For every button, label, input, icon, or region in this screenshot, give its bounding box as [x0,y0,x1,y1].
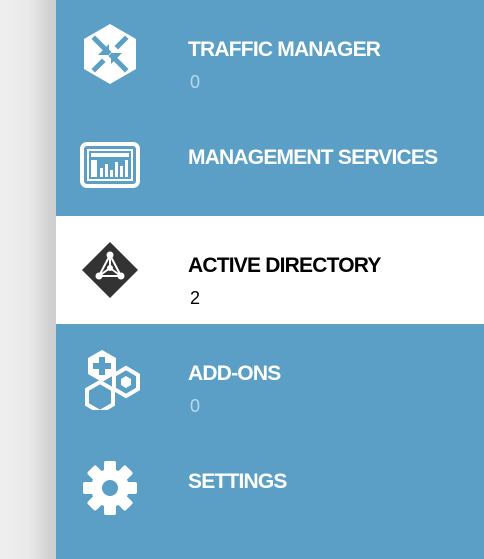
nav-item-management-services[interactable]: MANAGEMENT SERVICES [56,108,484,216]
nav-item-label: SETTINGS [188,470,287,493]
service-nav: TRAFFIC MANAGER 0 MANAGEMENT SERVICES AC… [56,0,484,559]
nav-item-label: MANAGEMENT SERVICES [188,146,438,169]
nav-item-traffic-manager[interactable]: TRAFFIC MANAGER 0 [56,0,484,108]
gear-icon [78,454,142,518]
nav-item-count: 2 [190,288,201,308]
nav-item-count: 0 [190,396,201,416]
nav-item-label: ADD-ONS [188,362,281,385]
management-services-icon [78,130,142,194]
app-frame: TRAFFIC MANAGER 0 MANAGEMENT SERVICES AC… [0,0,484,559]
nav-item-label: ACTIVE DIRECTORY [188,254,381,277]
nav-item-count: 0 [190,72,201,92]
nav-item-active-directory[interactable]: ACTIVE DIRECTORY 2 [56,216,484,324]
nav-item-settings[interactable]: SETTINGS [56,432,484,540]
add-ons-icon [78,346,142,410]
nav-item-add-ons[interactable]: ADD-ONS 0 [56,324,484,432]
left-gutter [0,0,56,559]
active-directory-icon [78,238,142,302]
traffic-manager-icon [78,22,142,86]
nav-item-label: TRAFFIC MANAGER [188,38,381,61]
